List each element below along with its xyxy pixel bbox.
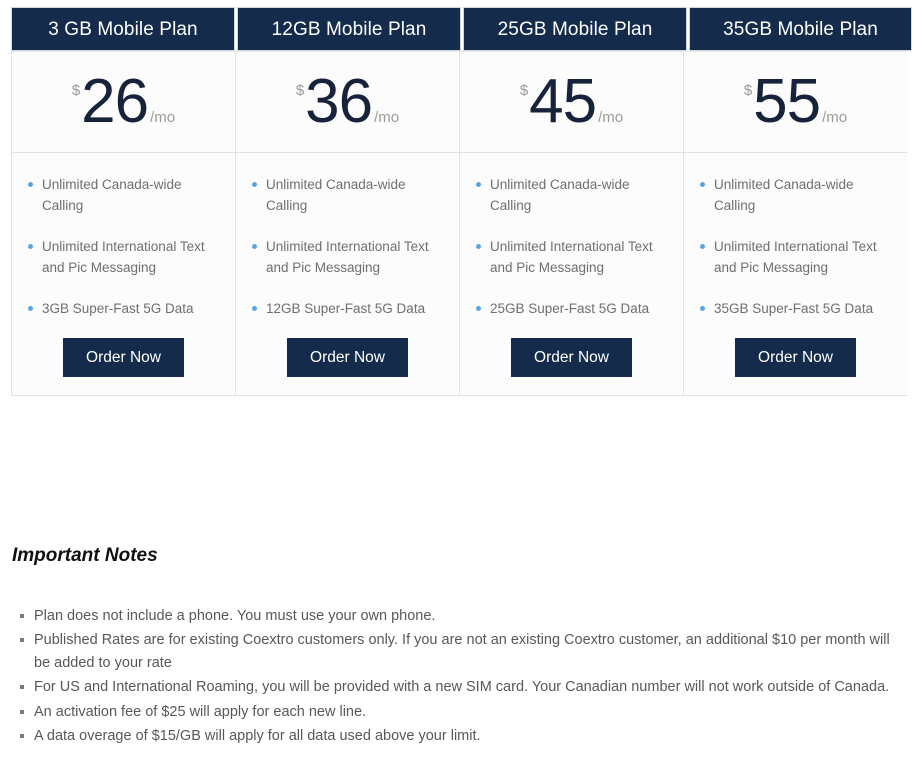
plan-column-3: 35GB Mobile Plan [689,7,912,51]
feature-item: Unlimited International Text and Pic Mes… [700,237,891,279]
feature-list-0: Unlimited Canada-wide Calling Unlimited … [28,175,219,320]
price-period-3: /mo [822,109,848,127]
note-item: For US and International Roaming, you wi… [20,676,902,698]
note-item: An activation fee of $25 will apply for … [20,701,902,723]
price-period-0: /mo [150,109,176,127]
price-amount-3: 55 [753,66,821,136]
feature-cell-1: Unlimited Canada-wide Calling Unlimited … [236,153,460,396]
price-amount-0: 26 [81,66,149,136]
important-notes-section: Important Notes Plan does not include a … [12,545,902,750]
feature-item: 12GB Super-Fast 5G Data [252,299,443,320]
plan-title-0: 3 GB Mobile Plan [11,7,235,51]
price-group-3: $ 55 /mo [743,66,848,136]
plan-title-2: 25GB Mobile Plan [463,7,687,51]
feature-item: 35GB Super-Fast 5G Data [700,299,891,320]
plan-column-0: 3 GB Mobile Plan [11,7,235,51]
price-group-1: $ 36 /mo [295,66,400,136]
order-now-button-3[interactable]: Order Now [735,338,856,377]
plan-column-2: 25GB Mobile Plan [463,7,687,51]
plan-feature-row: Unlimited Canada-wide Calling Unlimited … [11,153,907,396]
currency-symbol-0: $ [71,81,81,99]
price-period-2: /mo [598,109,624,127]
feature-list-3: Unlimited Canada-wide Calling Unlimited … [700,175,891,320]
price-cell-1: $ 36 /mo [236,52,460,153]
feature-item: Unlimited Canada-wide Calling [252,175,443,217]
note-item: Plan does not include a phone. You must … [20,605,902,627]
order-now-button-0[interactable]: Order Now [63,338,184,377]
feature-item: 3GB Super-Fast 5G Data [28,299,219,320]
currency-symbol-3: $ [743,81,753,99]
price-group-0: $ 26 /mo [71,66,176,136]
feature-item: Unlimited International Text and Pic Mes… [252,237,443,279]
price-cell-0: $ 26 /mo [12,52,236,153]
currency-symbol-2: $ [519,81,529,99]
plan-title-3: 35GB Mobile Plan [689,7,912,51]
feature-item: 25GB Super-Fast 5G Data [476,299,667,320]
feature-cell-3: Unlimited Canada-wide Calling Unlimited … [684,153,907,396]
important-notes-title: Important Notes [12,545,158,566]
feature-item: Unlimited Canada-wide Calling [700,175,891,217]
feature-list-1: Unlimited Canada-wide Calling Unlimited … [252,175,443,320]
order-now-button-2[interactable]: Order Now [511,338,632,377]
plan-price-row: $ 26 /mo $ 36 /mo $ 45 /mo $ 55 /mo [11,51,907,153]
plan-title-1: 12GB Mobile Plan [237,7,461,51]
feature-item: Unlimited Canada-wide Calling [476,175,667,217]
pricing-page: 3 GB Mobile Plan 12GB Mobile Plan 25GB M… [0,0,916,760]
price-period-1: /mo [374,109,400,127]
price-cell-3: $ 55 /mo [684,52,907,153]
feature-cell-2: Unlimited Canada-wide Calling Unlimited … [460,153,684,396]
important-notes-list: Plan does not include a phone. You must … [12,605,902,748]
feature-item: Unlimited International Text and Pic Mes… [28,237,219,279]
plan-header-row: 3 GB Mobile Plan 12GB Mobile Plan 25GB M… [11,7,912,51]
pricing-table: 3 GB Mobile Plan 12GB Mobile Plan 25GB M… [11,7,912,396]
note-item: A data overage of $15/GB will apply for … [20,725,902,747]
feature-cell-0: Unlimited Canada-wide Calling Unlimited … [12,153,236,396]
note-item: Published Rates are for existing Coextro… [20,629,902,674]
feature-item: Unlimited Canada-wide Calling [28,175,219,217]
feature-list-2: Unlimited Canada-wide Calling Unlimited … [476,175,667,320]
plan-column-1: 12GB Mobile Plan [237,7,461,51]
price-amount-2: 45 [529,66,597,136]
price-amount-1: 36 [305,66,373,136]
order-now-button-1[interactable]: Order Now [287,338,408,377]
price-group-2: $ 45 /mo [519,66,624,136]
feature-item: Unlimited International Text and Pic Mes… [476,237,667,279]
price-cell-2: $ 45 /mo [460,52,684,153]
currency-symbol-1: $ [295,81,305,99]
